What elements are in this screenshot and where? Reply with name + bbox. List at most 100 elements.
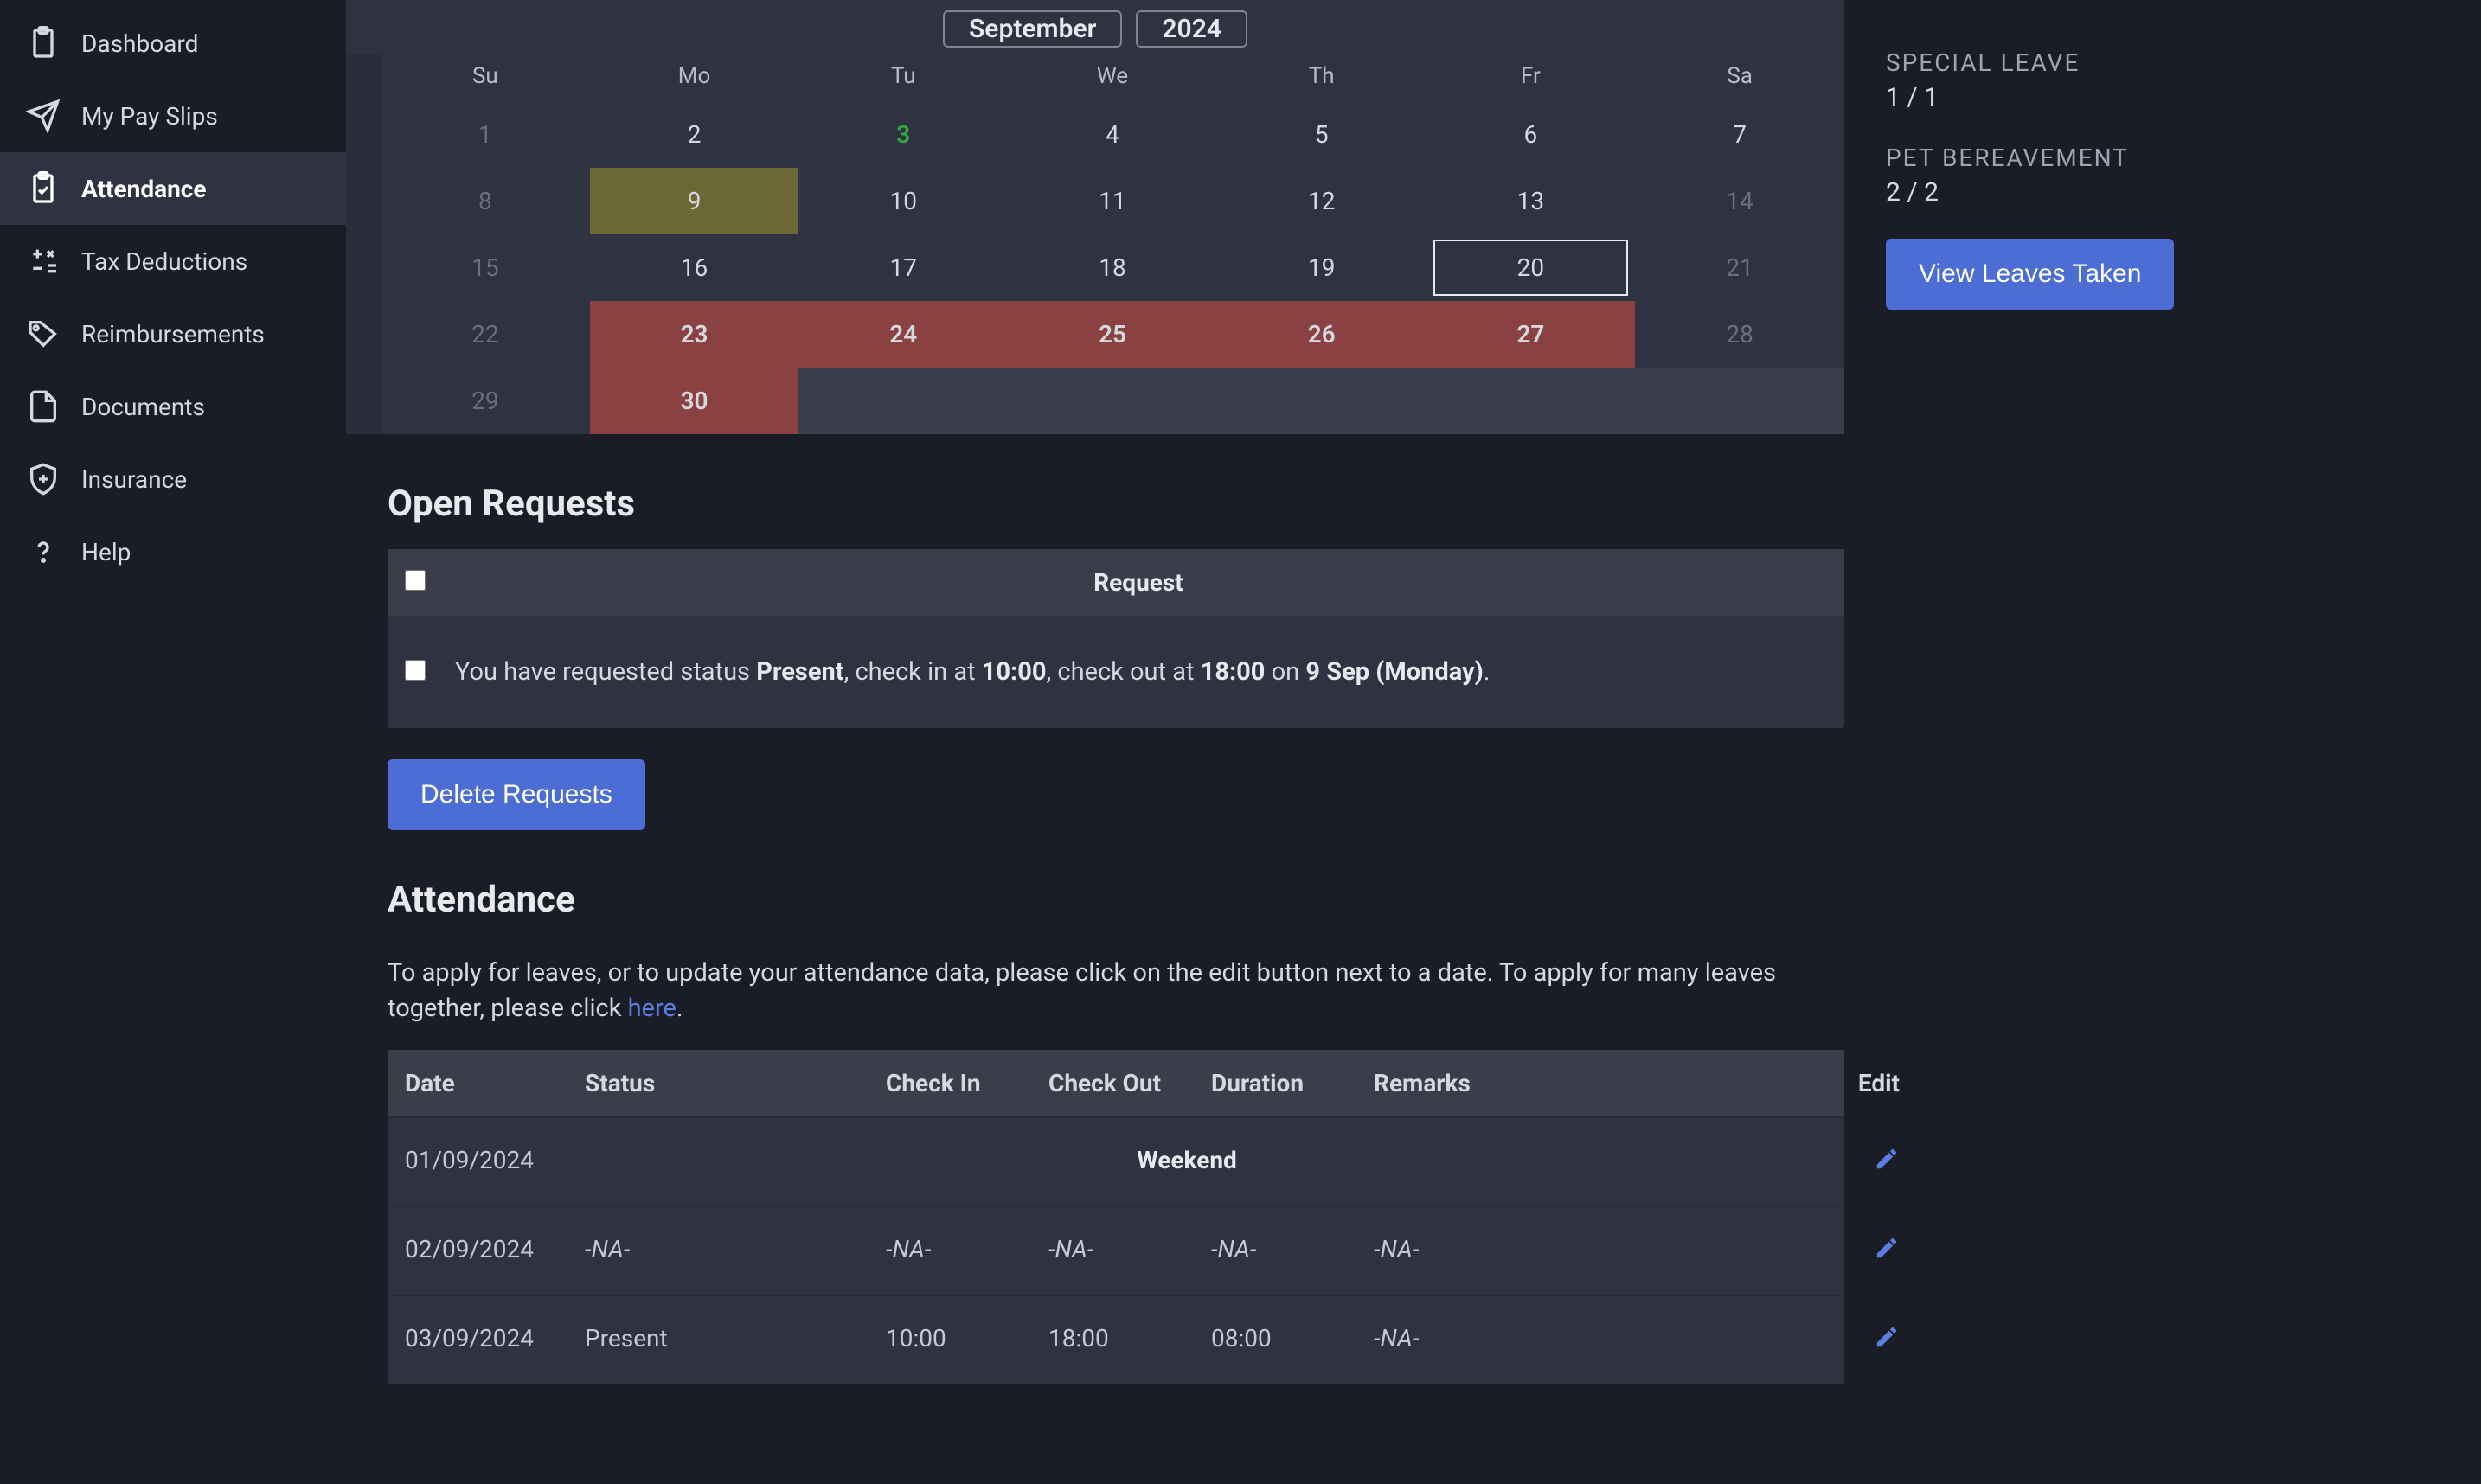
sidebar-item-label: Help [81,538,131,566]
calendar: September 2024 SuMoTuWeThFrSa12345678910… [346,0,1844,434]
calendar-day[interactable]: 7 [1635,101,1844,168]
calendar-day[interactable]: 10 [798,168,1008,234]
att-date: 01/09/2024 [405,1146,578,1178]
paper-plane-icon [26,99,61,133]
sidebar-item-reimbursements[interactable]: Reimbursements [0,297,346,370]
calendar-day[interactable]: 6 [1426,101,1636,168]
calendar-day [1426,368,1636,434]
calendar-dow: Fr [1426,54,1636,101]
calendar-day[interactable]: 8 [381,168,590,234]
calculator-icon [26,244,61,278]
calendar-month-select[interactable]: September [943,10,1122,48]
sidebar-item-payslips[interactable]: My Pay Slips [0,80,346,152]
calendar-day[interactable]: 20 [1426,234,1636,301]
calendar-day[interactable]: 11 [1008,168,1217,234]
att-date: 02/09/2024 [405,1235,578,1267]
calendar-day[interactable]: 17 [798,234,1008,301]
attendance-row: 01/09/2024Weekend [388,1116,1844,1206]
col-remarks: Remarks [1374,1069,1789,1097]
attendance-table: Date Status Check In Check Out Duration … [388,1050,1844,1384]
sidebar-item-dashboard[interactable]: Dashboard [0,7,346,80]
sidebar-item-label: Tax Deductions [81,247,247,276]
special-leave-title: SPECIAL LEAVE [1886,48,2446,77]
sidebar-item-tax[interactable]: Tax Deductions [0,225,346,297]
calendar-dow: We [1008,54,1217,101]
calendar-day[interactable]: 5 [1217,101,1426,168]
sidebar-item-help[interactable]: Help [0,515,346,588]
calendar-day[interactable]: 26 [1217,301,1426,368]
col-status: Status [585,1069,879,1097]
attendance-row: 03/09/2024Present10:0018:0008:00-NA- [388,1295,1844,1384]
att-duration: 08:00 [1211,1324,1367,1356]
sidebar-item-insurance[interactable]: Insurance [0,443,346,515]
calendar-day[interactable]: 15 [381,234,590,301]
sidebar-item-attendance[interactable]: Attendance [0,152,346,225]
calendar-year-select[interactable]: 2024 [1136,10,1247,48]
att-date: 03/09/2024 [405,1324,578,1356]
calendar-day[interactable]: 25 [1008,301,1217,368]
calendar-dow: Su [381,54,590,101]
select-all-checkbox[interactable] [405,570,426,591]
sidebar-item-label: Documents [81,393,205,421]
calendar-day[interactable]: 21 [1635,234,1844,301]
att-checkout: 18:00 [1048,1324,1204,1356]
pet-bereavement-title: PET BEREAVEMENT [1886,144,2446,172]
att-duration: -NA- [1211,1235,1367,1267]
special-leave-value: 1 / 1 [1886,82,2446,112]
edit-button[interactable] [1796,1235,1900,1267]
col-duration: Duration [1211,1069,1367,1097]
attendance-title: Attendance [388,879,1844,921]
att-remarks: -NA- [1374,1235,1789,1267]
clipboard-icon [26,26,61,61]
sidebar-item-label: Attendance [81,175,207,203]
col-checkin: Check In [886,1069,1042,1097]
calendar-day[interactable]: 27 [1426,301,1636,368]
calendar-day[interactable]: 1 [381,101,590,168]
calendar-day[interactable]: 23 [590,301,799,368]
att-checkin: -NA- [886,1235,1042,1267]
pet-bereavement-value: 2 / 2 [1886,177,2446,208]
calendar-day[interactable]: 16 [590,234,799,301]
leave-balance-panel: SPECIAL LEAVE 1 / 1 PET BEREAVEMENT 2 / … [1886,0,2446,1484]
calendar-day[interactable]: 22 [381,301,590,368]
request-row: You have requested status Present, check… [388,616,1844,728]
sidebar-item-documents[interactable]: Documents [0,370,346,443]
calendar-dow: Tu [798,54,1008,101]
calendar-day[interactable]: 2 [590,101,799,168]
calendar-day[interactable]: 4 [1008,101,1217,168]
attendance-description: To apply for leaves, or to update your a… [388,956,1803,1026]
tag-icon [26,317,61,351]
att-status: Present [585,1324,879,1356]
edit-button[interactable] [1796,1146,1900,1178]
calendar-day[interactable]: 29 [381,368,590,434]
request-checkbox[interactable] [405,660,426,681]
calendar-day[interactable]: 24 [798,301,1008,368]
document-icon [26,389,61,424]
delete-requests-button[interactable]: Delete Requests [388,759,645,830]
calendar-day[interactable]: 9 [590,168,799,234]
calendar-day[interactable]: 30 [590,368,799,434]
question-icon [26,534,61,569]
apply-many-link[interactable]: here [628,994,676,1023]
calendar-day [798,368,1008,434]
calendar-dow: Sa [1635,54,1844,101]
sidebar-item-label: Insurance [81,465,187,494]
calendar-day[interactable]: 14 [1635,168,1844,234]
request-text: You have requested status Present, check… [450,657,1827,687]
calendar-day[interactable]: 28 [1635,301,1844,368]
calendar-day[interactable]: 18 [1008,234,1217,301]
calendar-day[interactable]: 3 [798,101,1008,168]
sidebar-item-label: My Pay Slips [81,102,218,131]
calendar-day[interactable]: 12 [1217,168,1426,234]
clipboard-check-icon [26,171,61,206]
calendar-day[interactable]: 19 [1217,234,1426,301]
sidebar-item-label: Dashboard [81,29,198,58]
calendar-dow: Mo [590,54,799,101]
open-requests-title: Open Requests [388,483,1844,525]
edit-button[interactable] [1796,1324,1900,1356]
sidebar-item-label: Reimbursements [81,320,265,349]
calendar-day [1008,368,1217,434]
calendar-day[interactable]: 13 [1426,168,1636,234]
view-leaves-button[interactable]: View Leaves Taken [1886,239,2174,310]
attendance-row: 02/09/2024-NA--NA--NA--NA--NA- [388,1206,1844,1295]
